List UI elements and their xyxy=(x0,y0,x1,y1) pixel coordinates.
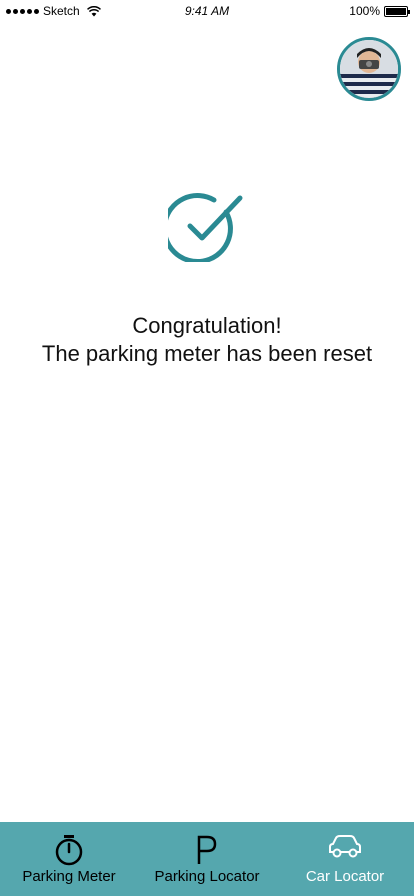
battery-percentage: 100% xyxy=(349,4,380,18)
tab-label-parking-locator: Parking Locator xyxy=(154,868,260,885)
battery-icon xyxy=(384,5,410,17)
check-circle-icon xyxy=(168,193,243,262)
user-avatar[interactable] xyxy=(337,37,401,101)
car-icon xyxy=(329,835,361,858)
status-right: 100% xyxy=(349,4,410,18)
stopwatch-icon xyxy=(55,835,83,866)
confirmation-text: The parking meter has been reset xyxy=(41,341,373,366)
tab-parking-meter[interactable]: Parking Meter xyxy=(0,822,138,896)
confirmation-title: Congratulation! xyxy=(132,313,282,338)
tab-label-car-locator: Car Locator xyxy=(305,868,385,885)
confirmation-message: Congratulation! The parking meter has be… xyxy=(0,312,414,368)
tab-label-parking-meter: Parking Meter xyxy=(22,868,116,885)
tab-parking-locator[interactable]: Parking Locator xyxy=(138,822,276,896)
avatar-photo xyxy=(340,40,398,98)
parking-p-icon xyxy=(197,835,217,864)
tab-bar: Parking Meter Parking Locator Car Locato… xyxy=(0,822,414,896)
status-bar: Sketch 9:41 AM 100% xyxy=(0,0,414,22)
tab-car-locator[interactable]: Car Locator xyxy=(276,822,414,896)
